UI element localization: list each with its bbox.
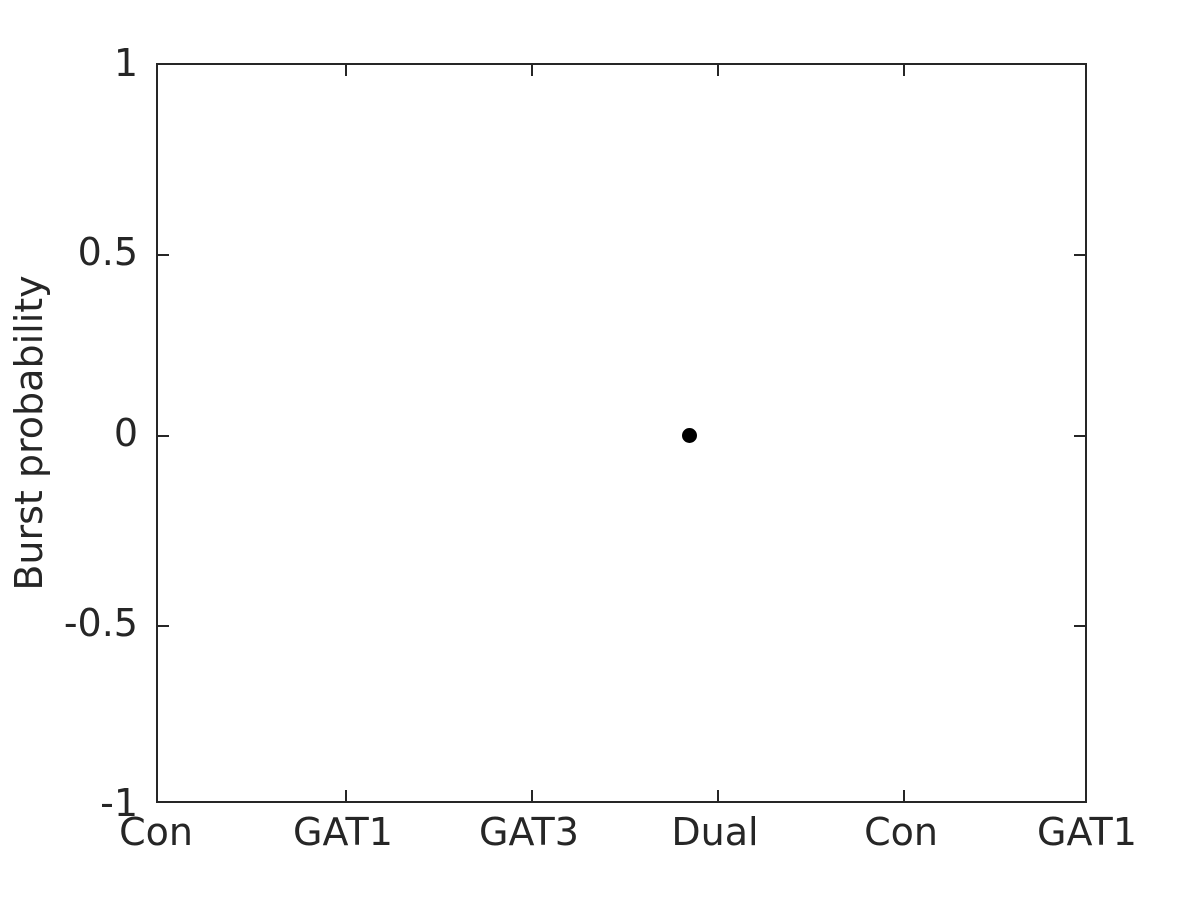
figure-canvas: Burst probability 1 0.5 0 -0.5 -1 Con GA… xyxy=(0,0,1200,900)
y-tick-mark-0 xyxy=(158,435,169,437)
x-tick-mark-top-dual xyxy=(717,65,719,76)
y-tick-mark-right-0 xyxy=(1074,435,1085,437)
x-tick-label-dual: Dual xyxy=(671,810,759,854)
data-point-marker xyxy=(681,427,697,443)
y-tick-mark-0p5 xyxy=(158,254,169,256)
x-tick-mark-top-gat1-1 xyxy=(345,65,347,76)
y-tick-label-neg0p5: -0.5 xyxy=(63,601,138,645)
y-tick-mark-right-neg0p5 xyxy=(1074,625,1085,627)
plot-area xyxy=(156,63,1087,803)
y-tick-mark-right-0p5 xyxy=(1074,254,1085,256)
x-tick-mark-gat3 xyxy=(531,790,533,801)
x-tick-mark-con-2 xyxy=(903,790,905,801)
x-tick-label-con-2: Con xyxy=(864,810,938,854)
y-tick-label-0p5: 0.5 xyxy=(77,230,138,274)
y-tick-mark-neg0p5 xyxy=(158,625,169,627)
x-tick-label-con-1: Con xyxy=(119,810,193,854)
y-tick-label-0: 0 xyxy=(113,411,138,455)
x-tick-label-gat1-2: GAT1 xyxy=(1037,810,1137,854)
x-tick-mark-top-con-2 xyxy=(903,65,905,76)
x-tick-label-gat1-1: GAT1 xyxy=(293,810,393,854)
y-tick-label-1: 1 xyxy=(113,41,138,85)
x-tick-mark-dual xyxy=(717,790,719,801)
x-tick-mark-top-gat3 xyxy=(531,65,533,76)
y-axis-title: Burst probability xyxy=(7,275,51,591)
x-tick-label-gat3: GAT3 xyxy=(479,810,579,854)
x-tick-mark-gat1-1 xyxy=(345,790,347,801)
